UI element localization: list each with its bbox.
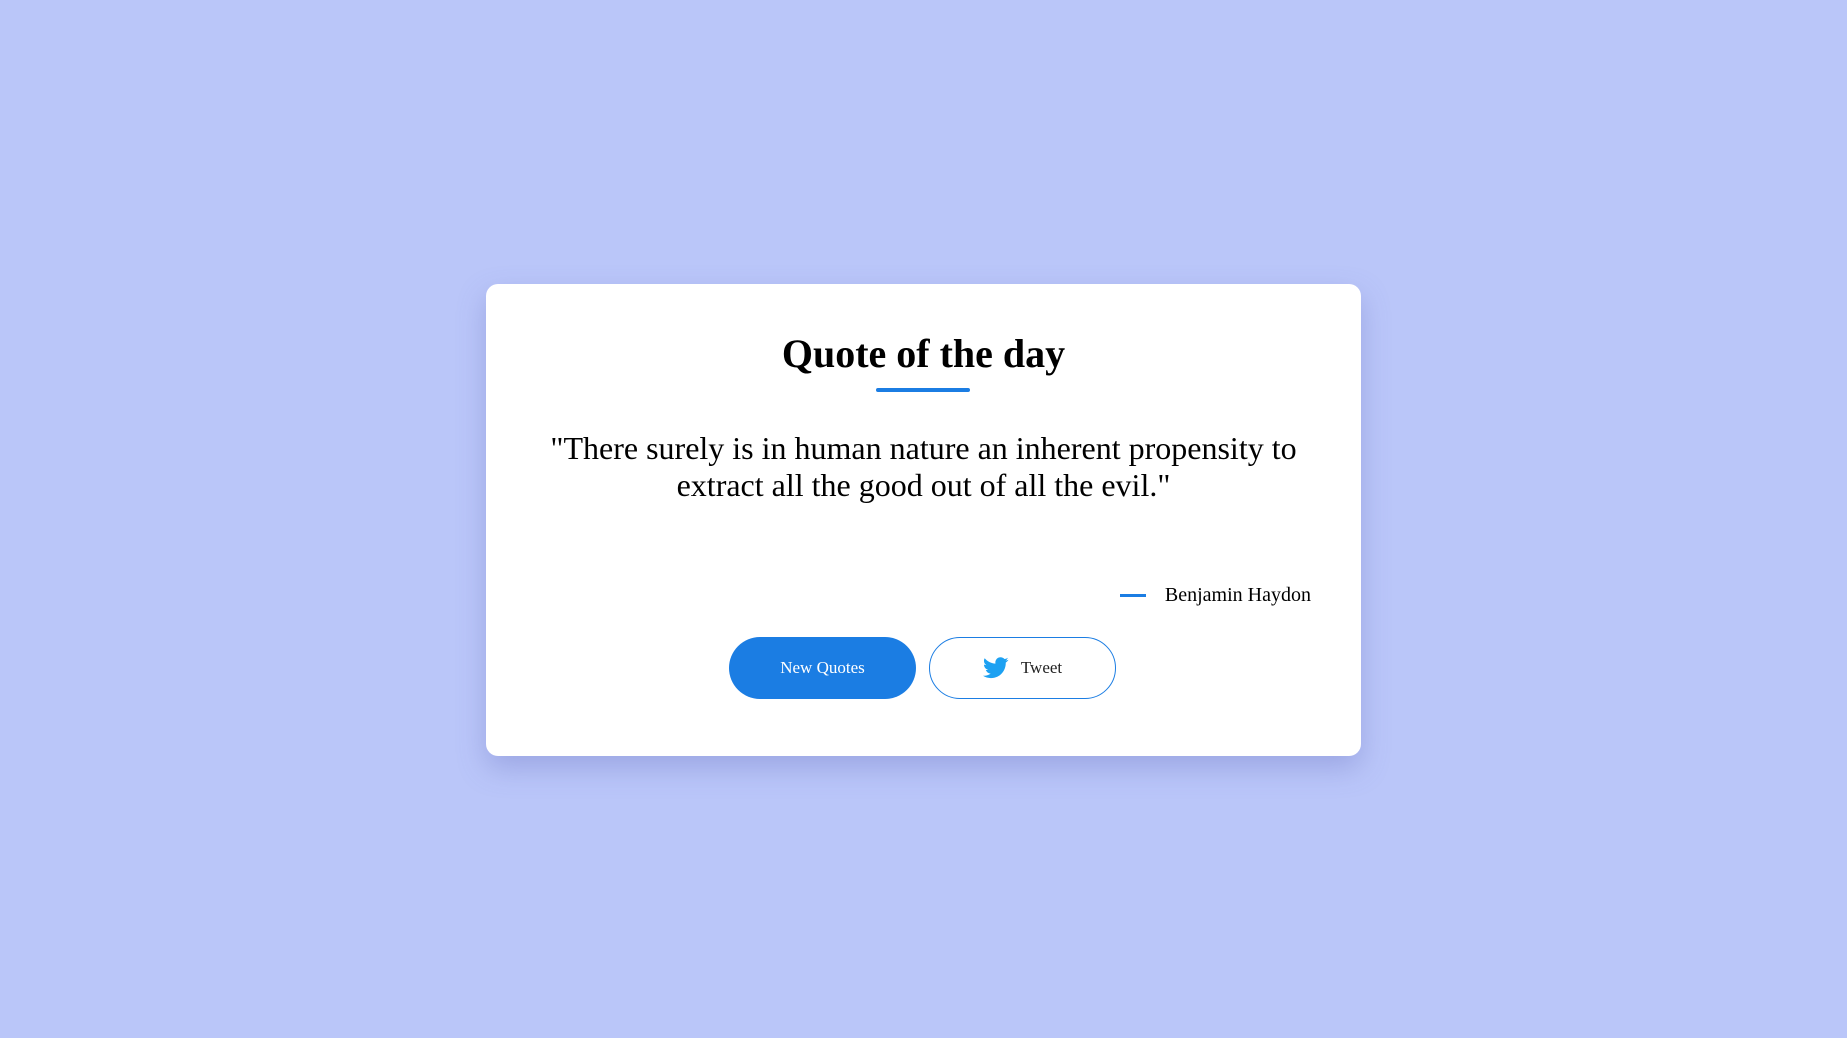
card-title: Quote of the day xyxy=(781,331,1066,376)
quote-text: "There surely is in human nature an inhe… xyxy=(550,430,1297,503)
button-group: New Quotes Tweet xyxy=(729,637,1116,699)
twitter-bird-icon xyxy=(982,657,1009,679)
tweet-label: Tweet xyxy=(1020,658,1063,677)
author-row: Benjamin Haydon xyxy=(1119,580,1311,610)
author-dash xyxy=(1119,593,1146,597)
new-quotes-label: New Quotes xyxy=(780,658,865,677)
title-underline xyxy=(876,388,970,392)
tweet-button[interactable]: Tweet xyxy=(929,637,1116,699)
author-name: Benjamin Haydon xyxy=(1164,583,1311,606)
new-quotes-button[interactable]: New Quotes xyxy=(729,637,916,699)
quote-card: Quote of the day "There surely is in hum… xyxy=(486,284,1361,756)
